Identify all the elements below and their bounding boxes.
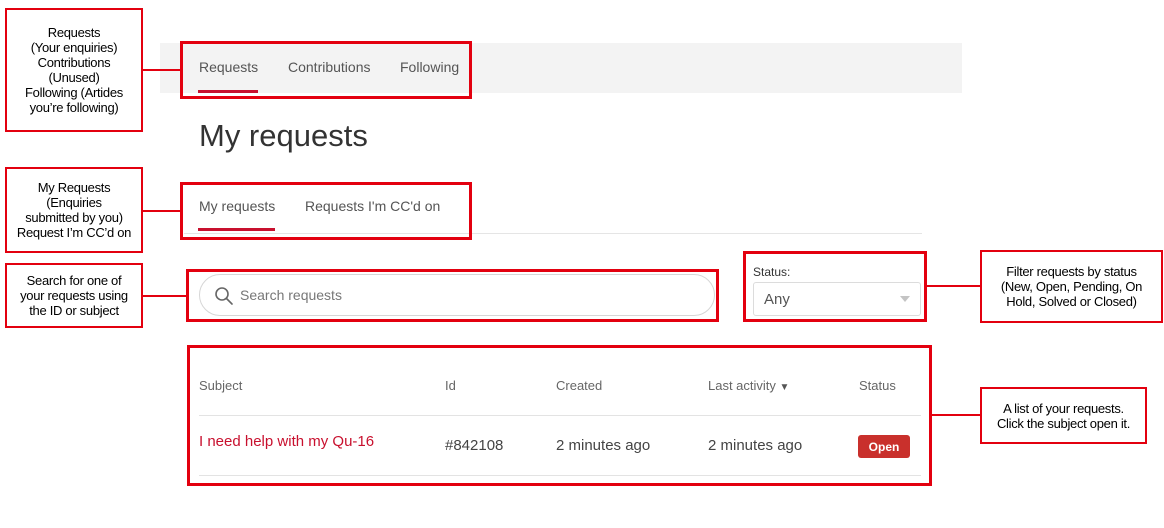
table-connector [931, 414, 981, 416]
filter-callout: Filter requests by status (New, Open, Pe… [980, 250, 1163, 323]
nav-callout: Requests (Your enquiries) Contributions … [5, 8, 143, 132]
tabs-callout: My Requests (Enquiries submitted by you)… [5, 167, 143, 253]
search-callout: Search for one of your requests using th… [5, 263, 143, 328]
search-connector [142, 295, 187, 297]
filter-highlight-frame [743, 251, 927, 322]
nav-highlight-frame [180, 41, 472, 99]
table-callout: A list of your requests. Click the subje… [980, 387, 1147, 444]
search-highlight-frame [186, 269, 719, 322]
filter-connector [926, 285, 980, 287]
tabs-highlight-frame [180, 182, 472, 240]
tabs-connector [142, 210, 181, 212]
table-highlight-frame [187, 345, 932, 486]
nav-connector [142, 69, 181, 71]
page-title: My requests [199, 118, 368, 153]
